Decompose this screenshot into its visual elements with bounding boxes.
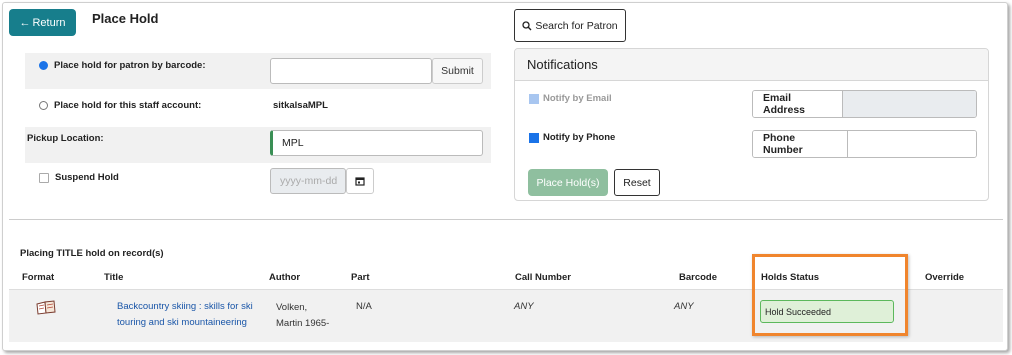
column-header-call-number: Call Number xyxy=(515,272,571,283)
barcode-row: Place hold for patron by barcode: Submit xyxy=(25,53,491,89)
column-header-part: Part xyxy=(351,272,370,283)
holds-status-highlight xyxy=(752,254,908,336)
record-part: N/A xyxy=(356,301,372,312)
pickup-row: Pickup Location: MPL xyxy=(25,127,491,163)
book-icon xyxy=(36,300,56,319)
patron-barcode-input[interactable] xyxy=(270,58,432,84)
staff-option[interactable]: Place hold for this staff account: xyxy=(39,100,201,111)
reset-button[interactable]: Reset xyxy=(614,169,660,196)
column-header-format: Format xyxy=(22,272,55,283)
column-header-author: Author xyxy=(269,272,301,283)
notify-email-label: Notify by Email xyxy=(543,93,612,104)
notify-email-option[interactable]: Notify by Email xyxy=(529,93,612,104)
phone-number-group: Phone Number xyxy=(752,130,977,158)
record-title-line2: touring and ski mountaineering xyxy=(117,317,247,328)
suspend-row: Suspend Hold yyyy-mm-dd xyxy=(25,163,491,203)
column-header-override: Override xyxy=(925,272,965,283)
record-author-line2: Martin 1965- xyxy=(276,318,330,329)
staff-account-name: sitkalsaMPL xyxy=(273,100,328,111)
suspend-label: Suspend Hold xyxy=(55,172,119,183)
return-button[interactable]: ← Return xyxy=(9,9,76,36)
staff-radio[interactable] xyxy=(39,101,48,110)
barcode-option[interactable]: Place hold for patron by barcode: xyxy=(39,60,206,71)
place-hold-window: ← Return Place Hold Place hold for patro… xyxy=(2,2,1008,351)
calendar-button[interactable] xyxy=(346,168,374,194)
notifications-panel: Notifications Notify by Email Email Addr… xyxy=(514,48,989,201)
page-title: Place Hold xyxy=(92,11,159,26)
pickup-label: Pickup Location: xyxy=(27,133,104,144)
search-patron-label: Search for Patron xyxy=(535,19,618,32)
record-barcode: ANY xyxy=(674,301,694,312)
record-call-number: ANY xyxy=(514,301,534,312)
barcode-option-label: Place hold for patron by barcode: xyxy=(54,60,206,71)
calendar-icon xyxy=(355,177,365,186)
record-author: Volken, Martin 1965- xyxy=(276,300,329,332)
records-heading: Placing TITLE hold on record(s) xyxy=(20,248,164,259)
column-header-title: Title xyxy=(104,272,124,283)
record-title-line1: Backcountry skiing : skills for ski xyxy=(117,301,253,312)
pickup-location-input[interactable]: MPL xyxy=(270,130,483,156)
search-icon xyxy=(522,20,532,30)
email-checkbox[interactable] xyxy=(529,93,539,104)
staff-row: Place hold for this staff account: sitka… xyxy=(25,89,491,127)
barcode-radio[interactable] xyxy=(39,61,48,70)
arrow-left-icon: ← xyxy=(19,16,31,29)
suspend-checkbox[interactable] xyxy=(39,172,49,183)
suspend-option[interactable]: Suspend Hold xyxy=(39,172,119,183)
submit-button[interactable]: Submit xyxy=(432,58,483,84)
email-address-label: Email Address xyxy=(753,91,843,117)
phone-checkbox[interactable] xyxy=(529,132,539,143)
record-author-line1: Volken, xyxy=(276,302,308,313)
notifications-title: Notifications xyxy=(515,49,988,81)
search-patron-button[interactable]: Search for Patron xyxy=(514,9,626,42)
notify-phone-option[interactable]: Notify by Phone xyxy=(529,132,615,143)
email-address-group: Email Address xyxy=(752,90,977,118)
column-header-barcode: Barcode xyxy=(679,272,718,283)
notify-phone-label: Notify by Phone xyxy=(543,132,616,143)
suspend-date-input[interactable]: yyyy-mm-dd xyxy=(270,168,346,194)
email-address-input[interactable] xyxy=(843,91,976,117)
section-divider xyxy=(9,219,1003,220)
place-hold-button[interactable]: Place Hold(s) xyxy=(528,169,608,196)
phone-number-label: Phone Number xyxy=(753,131,848,157)
patron-form: Place hold for patron by barcode: Submit… xyxy=(25,53,491,203)
staff-option-label: Place hold for this staff account: xyxy=(54,100,202,111)
return-label: Return xyxy=(32,16,66,29)
phone-number-input[interactable] xyxy=(848,131,976,157)
record-title-link[interactable]: Backcountry skiing : skills for ski tour… xyxy=(117,299,253,331)
